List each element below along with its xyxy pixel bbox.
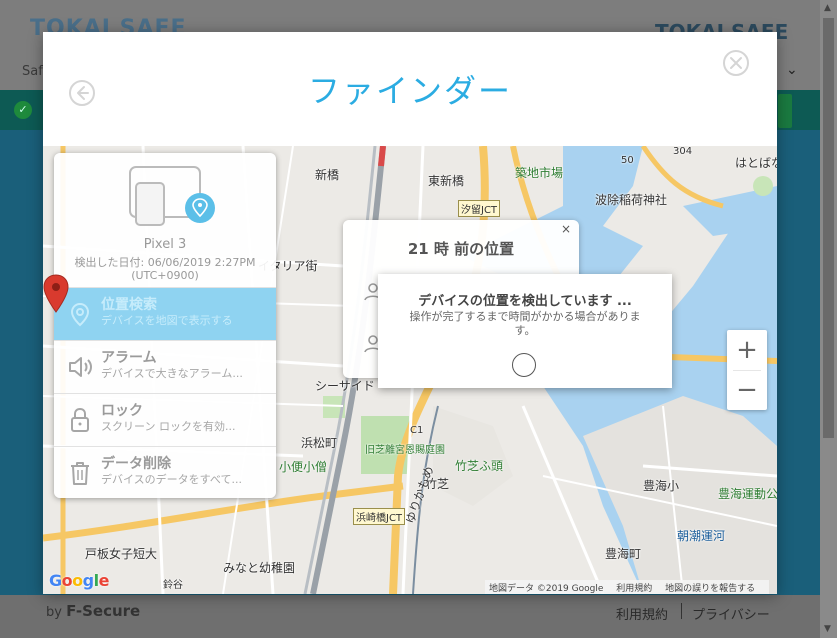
menu-alarm[interactable]: アラーム デバイスで大きなアラーム... <box>54 340 276 393</box>
footer-brand: by F-Secure <box>46 602 140 620</box>
menu-wipe-subtitle: デバイスのデータをすべて... <box>101 473 242 486</box>
map-label: 豊海運動公 <box>718 487 777 501</box>
menu-locate-title: 位置検索 <box>101 297 157 313</box>
scroll-up-icon[interactable]: ▲ <box>824 3 831 13</box>
back-arrow-icon <box>77 86 89 100</box>
modal-title: ファインダー <box>307 72 512 110</box>
map-label: 豊海町 <box>605 547 642 561</box>
finder-modal: ファインダー 新橋 東新橋 築地市場 波除稲荷神社 はとば 汐留JCT イタリア… <box>43 32 777 594</box>
zoom-out-button[interactable]: − <box>727 370 767 410</box>
map-label: 朝潮運河 <box>677 529 726 543</box>
location-pin-icon[interactable] <box>43 274 69 314</box>
map-label: 浜崎橋JCT <box>353 508 406 525</box>
menu-wipe[interactable]: データ削除 デバイスのデータをすべて... <box>54 446 276 498</box>
map-label: 東新橋 <box>428 174 465 188</box>
menu-wipe-title: データ削除 <box>101 456 171 472</box>
map-label: 戸板女子短大 <box>85 547 158 561</box>
map-data-credit: 地図データ ©2019 Google <box>489 584 604 594</box>
locating-dialog: デバイスの位置を検出しています ... 操作が完了するまで時間がかかる場合があり… <box>378 274 672 388</box>
back-button[interactable] <box>69 80 95 106</box>
infowindow-close-icon[interactable]: × <box>561 222 571 236</box>
device-icon <box>129 166 215 226</box>
menu-lock[interactable]: ロック スクリーン ロックを有効... <box>54 393 276 446</box>
map-attribution: 地図データ ©2019 Google 利用規約 地図の誤りを報告する <box>485 580 770 594</box>
locating-dialog-message: 操作が完了するまで時間がかかる場合がありま す。 <box>409 310 641 337</box>
close-icon <box>730 57 742 69</box>
map-label: はとばな <box>735 156 777 170</box>
trash-icon <box>71 462 89 485</box>
map-label: C1 <box>410 425 424 436</box>
menu-alarm-subtitle: デバイスで大きなアラーム... <box>101 367 243 380</box>
close-button[interactable] <box>723 50 749 76</box>
map-label: 竹芝ふ頭 <box>455 459 504 473</box>
locating-dialog-title: デバイスの位置を検出しています ... <box>418 294 632 309</box>
map-label: シーサイド <box>315 379 375 393</box>
map-label: 旧芝離宮恩賜庭園 <box>365 445 445 456</box>
device-panel: Pixel 3 検出した日付: 06/06/2019 2:27PM (UTC+0… <box>54 153 276 498</box>
detected-label: 検出した日付: 06/06/2019 2:27PM <box>74 256 256 269</box>
lock-icon <box>71 407 89 432</box>
loading-spinner-icon <box>512 353 536 377</box>
footer-terms-link[interactable]: 利用規約 <box>616 604 668 623</box>
menu-locate[interactable]: 位置検索 デバイスを地図で表示する <box>54 287 276 340</box>
scroll-down-icon[interactable]: ▼ <box>824 624 831 634</box>
chevron-down-icon: ⌄ <box>786 62 798 78</box>
map-label: 304 <box>673 146 693 157</box>
map-report-error-link[interactable]: 地図の誤りを報告する <box>665 584 755 594</box>
footer-brand-name: F-Secure <box>66 602 141 620</box>
check-icon: ✓ <box>14 101 32 119</box>
map-label: 波除稲荷神社 <box>595 193 668 207</box>
menu-locate-subtitle: デバイスを地図で表示する <box>101 314 233 327</box>
map-label: 小便小僧 <box>279 460 328 474</box>
background-button <box>778 94 792 128</box>
menu-lock-title: ロック <box>101 403 143 419</box>
footer-privacy-link[interactable]: プライバシー <box>692 604 770 623</box>
menu-lock-subtitle: スクリーン ロックを有効... <box>101 420 236 433</box>
map-label: みなと幼稚園 <box>223 561 296 575</box>
map-label: 新橋 <box>315 168 340 182</box>
map-label: 50 <box>621 155 634 166</box>
footer-divider <box>681 603 682 619</box>
device-detected-date: 検出した日付: 06/06/2019 2:27PM (UTC+0900) <box>54 256 276 282</box>
map-label: 豊海小 <box>643 479 680 493</box>
menu-alarm-title: アラーム <box>101 350 157 366</box>
map-terms-link[interactable]: 利用規約 <box>616 584 652 594</box>
google-logo: Google <box>49 571 109 590</box>
location-icon <box>70 302 90 327</box>
scrollbar-thumb[interactable] <box>823 18 834 438</box>
detected-timezone: (UTC+0900) <box>131 269 199 282</box>
map-label: 汐留JCT <box>458 200 501 217</box>
zoom-controls: + − <box>727 330 767 410</box>
device-name: Pixel 3 <box>143 237 187 252</box>
footer-by: by <box>46 605 62 620</box>
infowindow-title: 21 時 前の位置 <box>407 240 515 258</box>
speaker-icon <box>69 357 92 377</box>
map-label: 築地市場 <box>515 166 564 180</box>
map-label: 浜松町 <box>301 436 338 450</box>
map-label: 鈴谷 <box>163 580 183 591</box>
zoom-in-button[interactable]: + <box>727 330 767 370</box>
